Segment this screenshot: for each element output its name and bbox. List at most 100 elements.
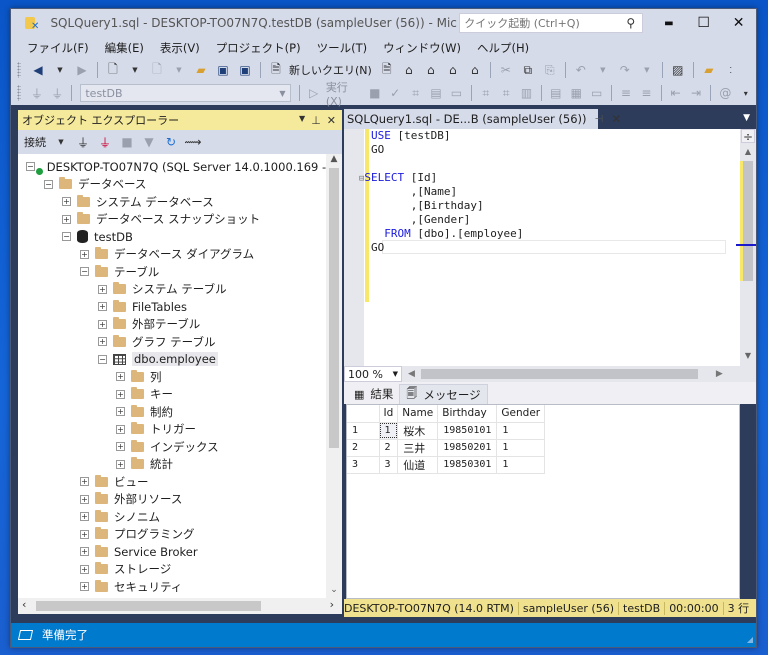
column-header[interactable]: Birthday [437, 405, 498, 423]
execute-button[interactable]: 実行(X) [326, 79, 361, 108]
menu-tools[interactable]: ツール(T) [309, 40, 376, 56]
editor-vertical-scrollbar[interactable]: ÷ ▲ ▼ [736, 129, 756, 366]
expand-icon[interactable]: + [116, 459, 125, 469]
menu-edit[interactable]: 編集(E) [97, 40, 152, 56]
tree-node[interactable]: + FileTables [18, 298, 328, 316]
table-cell[interactable]: 3 [379, 456, 399, 474]
new-query-icon[interactable]: 🗎 [267, 61, 285, 79]
connect-button[interactable]: 接続 [24, 134, 46, 150]
table-cell[interactable]: 1 [496, 456, 546, 474]
expand-icon[interactable]: + [98, 302, 107, 312]
close-tab-icon[interactable]: ✕ [611, 112, 621, 126]
quick-launch-input[interactable] [464, 16, 627, 30]
client-statistics-icon[interactable]: ▥ [518, 84, 534, 102]
live-query-stats-icon[interactable]: ⌗ [498, 84, 514, 102]
tree-horizontal-scrollbar[interactable]: ‹ › [18, 598, 342, 614]
table-cell[interactable]: 1 [496, 439, 546, 457]
tree-node[interactable]: + グラフ テーブル [18, 333, 328, 351]
mdx-query-icon[interactable]: ⌂ [400, 61, 418, 79]
tree-node[interactable]: + システム データベース [18, 193, 328, 211]
stop-icon[interactable]: ■ [118, 133, 136, 151]
save-icon[interactable]: ▣ [214, 61, 232, 79]
expand-icon[interactable]: + [116, 389, 125, 399]
tree-node[interactable]: + データベース ダイアグラム [18, 246, 328, 264]
specify-template-icon[interactable]: @ [717, 84, 733, 102]
expand-icon[interactable]: + [80, 477, 89, 487]
menu-file[interactable]: ファイル(F) [19, 40, 97, 56]
tree-node[interactable]: + 外部テーブル [18, 316, 328, 334]
expand-icon[interactable]: + [116, 424, 125, 434]
scroll-up-icon[interactable]: ▲ [326, 154, 342, 168]
tree-node[interactable]: + Service Broker [18, 543, 328, 561]
back-icon[interactable]: ◀ [29, 61, 47, 79]
tree-node[interactable]: + プログラミング [18, 526, 328, 544]
cancel-query-icon[interactable]: ■ [367, 84, 383, 102]
menu-view[interactable]: 表示(V) [152, 40, 208, 56]
forward-icon[interactable]: ▶ [73, 61, 91, 79]
parse-icon[interactable]: ✓ [387, 84, 403, 102]
toolbar-grip[interactable] [17, 85, 21, 101]
new-query-button[interactable]: 新しいクエリ(N) [289, 62, 372, 78]
column-header[interactable]: Id [379, 405, 399, 423]
new-project-icon[interactable]: 🗋 [104, 61, 122, 79]
table-cell[interactable]: 19850301 [437, 456, 498, 474]
tab-sqlquery1[interactable]: SQLQuery1.sql - DE...B (sampleUser (56))… [344, 109, 621, 129]
table-cell[interactable]: 桜木 [397, 422, 439, 440]
tree-node[interactable]: + システム テーブル [18, 281, 328, 299]
activity-monitor-icon[interactable]: ⟿ [184, 133, 202, 151]
tree-node[interactable]: + ビュー [18, 473, 328, 491]
table-cell[interactable]: 2 [379, 439, 399, 457]
maximize-button[interactable]: ☐ [686, 9, 721, 37]
collapse-icon[interactable]: − [98, 354, 107, 364]
expand-icon[interactable]: + [98, 319, 107, 329]
scroll-right-icon[interactable]: › [330, 598, 334, 611]
comment-icon[interactable]: ≡ [618, 84, 634, 102]
tree-node[interactable]: + シノニム [18, 508, 328, 526]
tree-node[interactable]: + 統計 [18, 456, 328, 474]
tab-messages[interactable]: 🗐 メッセージ [399, 384, 488, 404]
close-button[interactable]: ✕ [721, 9, 756, 37]
expand-icon[interactable]: + [98, 284, 107, 294]
collapse-icon[interactable]: − [80, 267, 89, 277]
column-header[interactable]: Gender [496, 405, 546, 423]
collapse-icon[interactable]: − [26, 162, 35, 172]
undo-dropdown-icon[interactable]: ▼ [594, 61, 612, 79]
expand-icon[interactable]: + [98, 337, 107, 347]
expand-icon[interactable]: + [116, 407, 125, 417]
database-engine-query-icon[interactable]: 🗎 [378, 61, 396, 79]
decrease-indent-icon[interactable]: ⇤ [667, 84, 683, 102]
copy-icon[interactable]: ⧉ [519, 61, 537, 79]
tree-node[interactable]: + 制約 [18, 403, 328, 421]
minimize-button[interactable]: ▬ [651, 9, 686, 37]
tree-node[interactable]: − testDB [18, 228, 328, 246]
activity-monitor-icon[interactable]: ▨ [669, 61, 687, 79]
dax-query-icon[interactable]: ⌂ [466, 61, 484, 79]
cut-icon[interactable]: ✂ [497, 61, 515, 79]
window-position-dropdown-icon[interactable]: ▼ [299, 114, 305, 127]
tree-node[interactable]: − dbo.employee [18, 351, 328, 369]
table-cell[interactable]: 三井 [397, 439, 439, 457]
expand-icon[interactable]: + [80, 564, 89, 574]
expand-icon[interactable]: + [80, 512, 89, 522]
tree-node[interactable]: + キー [18, 386, 328, 404]
pin-tab-icon[interactable]: ⊣ [595, 114, 604, 125]
expand-icon[interactable]: + [80, 249, 89, 259]
expand-icon[interactable]: + [62, 197, 71, 207]
redo-icon[interactable]: ↷ [616, 61, 634, 79]
scroll-thumb[interactable] [743, 161, 753, 281]
add-item-dropdown-icon[interactable]: ▼ [170, 61, 188, 79]
scroll-up-icon[interactable]: ▲ [740, 147, 756, 156]
column-header[interactable]: Name [397, 405, 439, 423]
results-to-text-icon[interactable]: ▤ [548, 84, 564, 102]
code-text[interactable]: USE [testDB] GO ⊟SELECT [Id] ,[Name] ,[Bir… [359, 129, 523, 255]
change-connection-icon[interactable]: ⏚ [49, 84, 65, 102]
tree-node[interactable]: − データベース [18, 176, 328, 194]
tree-node[interactable]: + セキュリティ [18, 578, 328, 596]
connect-icon[interactable]: ⏚ [74, 133, 92, 151]
menu-window[interactable]: ウィンドウ(W) [375, 40, 469, 56]
specify-values-icon[interactable]: ▭ [448, 84, 464, 102]
tree-node[interactable]: + 外部リソース [18, 491, 328, 509]
table-cell[interactable]: 19850201 [437, 439, 498, 457]
horizontal-scroll-thumb[interactable] [420, 369, 698, 379]
scroll-thumb[interactable] [36, 601, 261, 611]
